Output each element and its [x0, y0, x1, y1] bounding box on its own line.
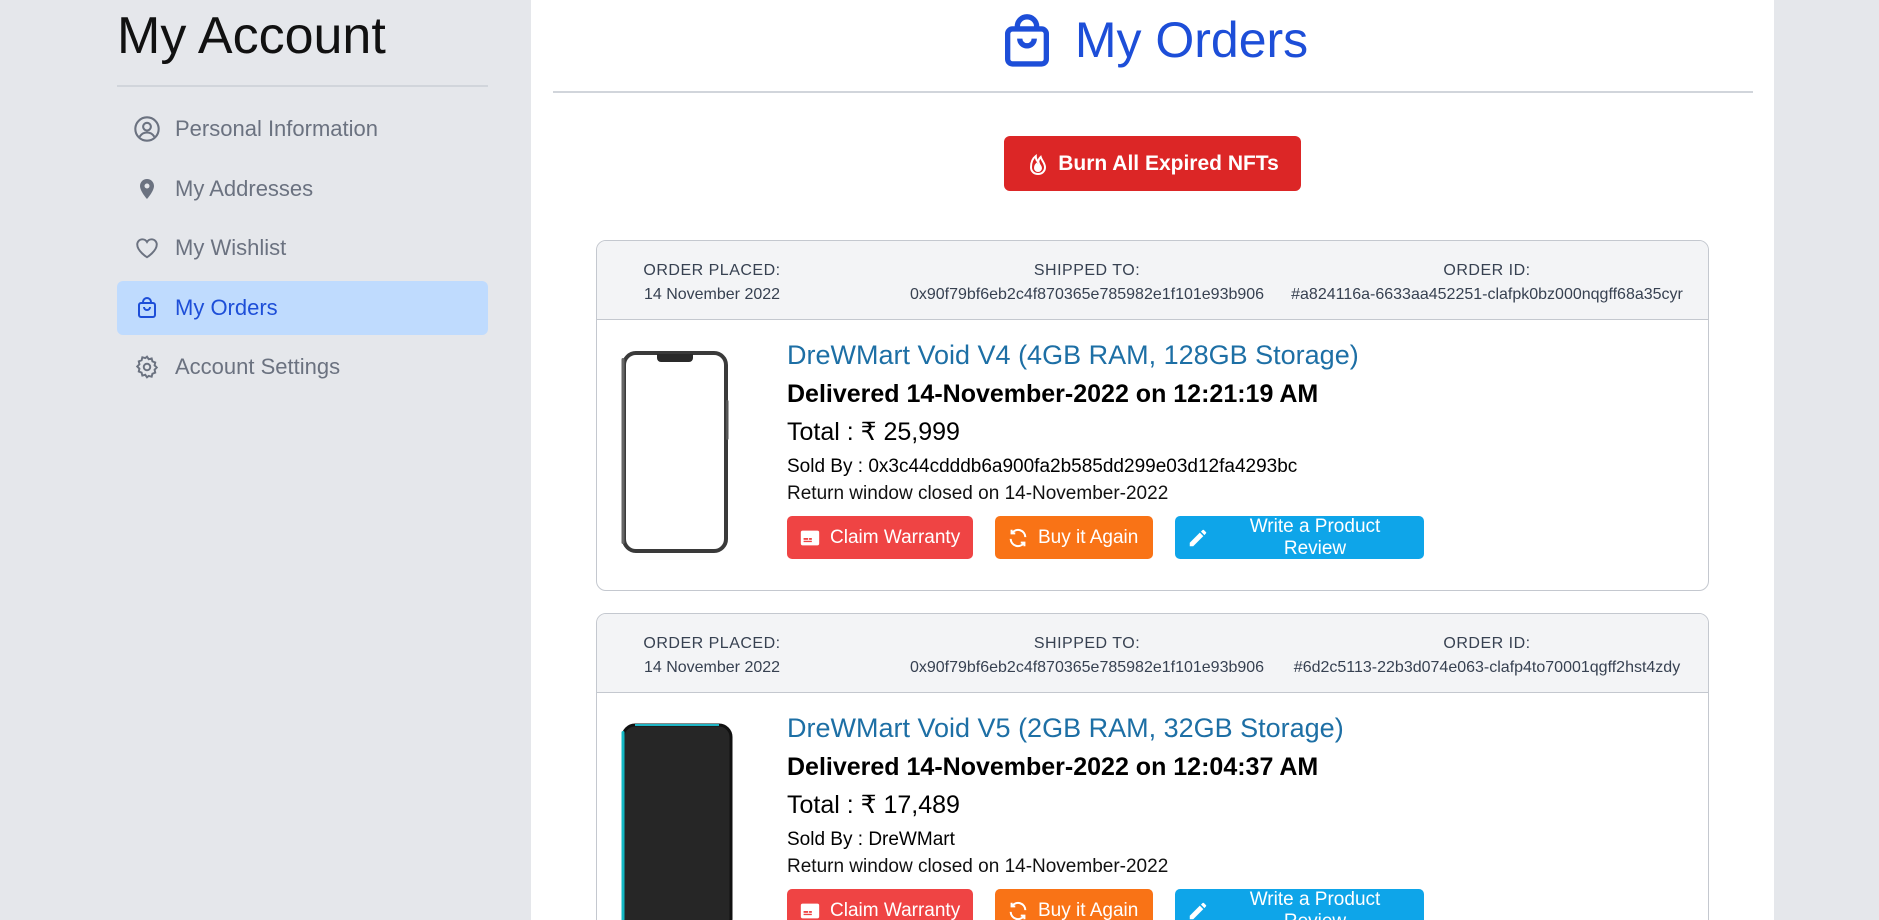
order-actions: Claim Warranty Buy it Again Write a Prod…: [787, 889, 1424, 920]
claim-warranty-label: Claim Warranty: [830, 526, 961, 548]
sidebar-item-label: My Addresses: [175, 175, 314, 201]
shipped-to-address: 0x90f79bf6eb2c4f870365e785982e1f101e93b9…: [909, 659, 1265, 676]
shipped-to: SHIPPED TO: 0x90f79bf6eb2c4f870365e78598…: [847, 259, 1327, 307]
order-total: Total : ₹ 17,489: [787, 791, 960, 819]
sidebar-item-label: Account Settings: [175, 354, 341, 379]
order-id: ORDER ID: #6d2c5113-22b3d074e063-clafp4t…: [1277, 632, 1697, 680]
order-card: ORDER PLACED: 14 November 2022 SHIPPED T…: [596, 240, 1709, 591]
sidebar-item-label: Personal Information: [175, 116, 378, 141]
sidebar-nav: Personal Information My Addresses My Wis…: [117, 102, 488, 394]
buy-again-button[interactable]: Buy it Again: [995, 889, 1153, 920]
warranty-card-icon: [799, 527, 821, 549]
claim-warranty-button[interactable]: Claim Warranty: [787, 516, 973, 559]
gear-icon: [132, 352, 162, 382]
sidebar-item-personal-information[interactable]: Personal Information: [117, 102, 488, 156]
shopping-bag-icon: [998, 12, 1056, 70]
order-header: ORDER PLACED: 14 November 2022 SHIPPED T…: [597, 241, 1708, 320]
delivery-status: Delivered 14-November-2022 on 12:21:19 A…: [787, 380, 1319, 408]
shipped-to: SHIPPED TO: 0x90f79bf6eb2c4f870365e78598…: [847, 632, 1327, 680]
order-placed: ORDER PLACED: 14 November 2022: [627, 259, 797, 307]
page-title: My Account: [117, 0, 488, 87]
order-placed-label: ORDER PLACED:: [643, 635, 781, 652]
order-header: ORDER PLACED: 14 November 2022 SHIPPED T…: [597, 614, 1708, 693]
product-image[interactable]: [621, 723, 733, 920]
warranty-card-icon: [799, 900, 821, 920]
shopping-bag-icon: [132, 293, 162, 323]
order-body: DreWMart Void V4 (4GB RAM, 128GB Storage…: [597, 320, 1708, 590]
sidebar-item-my-addresses[interactable]: My Addresses: [117, 162, 488, 216]
shipped-to-label: SHIPPED TO:: [1033, 635, 1141, 652]
orders-header: My Orders: [553, 0, 1753, 93]
claim-warranty-button[interactable]: Claim Warranty: [787, 889, 973, 920]
sold-by: Sold By : DreWMart: [787, 829, 955, 850]
order-id-value: #a824116a-6633aa452251-clafpk0bz000nqgff…: [1291, 286, 1683, 303]
return-window: Return window closed on 14-November-2022: [787, 856, 1169, 877]
pencil-icon: [1187, 900, 1209, 920]
product-image[interactable]: [621, 350, 729, 554]
product-name-link[interactable]: DreWMart Void V4 (4GB RAM, 128GB Storage…: [787, 340, 1359, 371]
user-circle-icon: [132, 114, 162, 144]
claim-warranty-label: Claim Warranty: [830, 899, 961, 920]
heart-icon: [132, 233, 162, 263]
sidebar: My Account Personal Information My Addre…: [117, 0, 488, 400]
map-pin-icon: [132, 174, 162, 204]
order-placed-label: ORDER PLACED:: [643, 262, 781, 279]
sold-by: Sold By : 0x3c44cdddb6a900fa2b585dd299e0…: [787, 456, 1298, 477]
order-placed-date: 14 November 2022: [643, 659, 781, 676]
refresh-icon: [1007, 527, 1029, 549]
order-id-label: ORDER ID:: [1443, 262, 1531, 279]
buy-again-button[interactable]: Buy it Again: [995, 516, 1153, 559]
main-panel: My Orders Burn All Expired NFTs ORDER PL…: [531, 0, 1774, 920]
order-placed: ORDER PLACED: 14 November 2022: [627, 632, 797, 680]
order-actions: Claim Warranty Buy it Again Write a Prod…: [787, 516, 1424, 559]
shipped-to-label: SHIPPED TO:: [1033, 262, 1141, 279]
order-card: ORDER PLACED: 14 November 2022 SHIPPED T…: [596, 613, 1709, 920]
order-id: ORDER ID: #a824116a-6633aa452251-clafpk0…: [1277, 259, 1697, 307]
burn-button-label: Burn All Expired NFTs: [1058, 151, 1279, 175]
order-id-label: ORDER ID:: [1443, 635, 1531, 652]
fire-icon: [1026, 152, 1050, 176]
write-review-label: Write a Product Review: [1249, 888, 1381, 920]
buy-again-label: Buy it Again: [1038, 526, 1139, 548]
buy-again-label: Buy it Again: [1038, 899, 1139, 920]
sidebar-item-label: My Orders: [175, 294, 278, 320]
pencil-icon: [1187, 527, 1209, 549]
burn-expired-nfts-button[interactable]: Burn All Expired NFTs: [1004, 136, 1301, 191]
sidebar-item-label: My Wishlist: [175, 235, 287, 260]
order-body: DreWMart Void V5 (2GB RAM, 32GB Storage)…: [597, 693, 1708, 920]
sidebar-item-account-settings[interactable]: Account Settings: [117, 340, 488, 394]
write-review-label: Write a Product Review: [1249, 515, 1381, 559]
product-name-link[interactable]: DreWMart Void V5 (2GB RAM, 32GB Storage): [787, 713, 1344, 744]
order-total: Total : ₹ 25,999: [787, 418, 960, 446]
return-window: Return window closed on 14-November-2022: [787, 483, 1169, 504]
write-review-button[interactable]: Write a Product Review: [1175, 889, 1424, 920]
order-placed-date: 14 November 2022: [643, 286, 781, 303]
sidebar-item-my-wishlist[interactable]: My Wishlist: [117, 221, 488, 275]
shipped-to-address: 0x90f79bf6eb2c4f870365e785982e1f101e93b9…: [909, 286, 1265, 303]
sidebar-item-my-orders[interactable]: My Orders: [117, 280, 488, 335]
orders-title: My Orders: [1074, 11, 1309, 68]
order-id-value: #6d2c5113-22b3d074e063-clafp4to70001qgff…: [1293, 659, 1681, 676]
write-review-button[interactable]: Write a Product Review: [1175, 516, 1424, 559]
delivery-status: Delivered 14-November-2022 on 12:04:37 A…: [787, 753, 1319, 781]
refresh-icon: [1007, 900, 1029, 920]
